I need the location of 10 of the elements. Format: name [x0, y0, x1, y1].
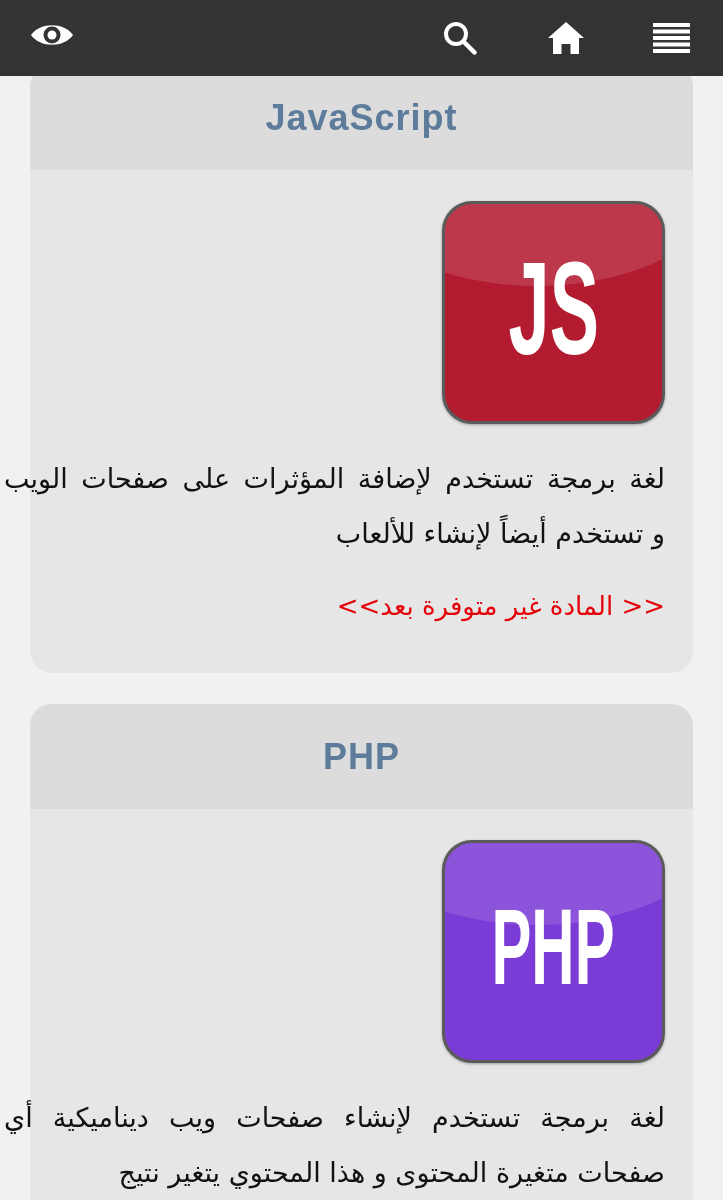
home-icon[interactable] [547, 21, 585, 55]
menu-icon[interactable] [653, 23, 690, 53]
search-icon[interactable] [443, 21, 477, 55]
logo-text: PHP [491, 894, 616, 1001]
unavailable-notice: << المادة غير متوفرة بعد>> [335, 590, 665, 624]
logo-text: JS [508, 242, 599, 375]
card-title: JavaScript [265, 96, 458, 139]
card-title: PHP [323, 735, 400, 778]
description-text: لغة برمجة تستخدم لإضافة المؤثرات على صفحات الويب و تستخدم أيضاً لإنشاء للألعاب [4, 462, 665, 552]
description-text: لغة برمجة تستخدم لإنشاء صفحات ويب ديناميكية أي صفحات متغيرة المحتوى و هذا المحتوي يتغير نتيج [4, 1099, 665, 1191]
